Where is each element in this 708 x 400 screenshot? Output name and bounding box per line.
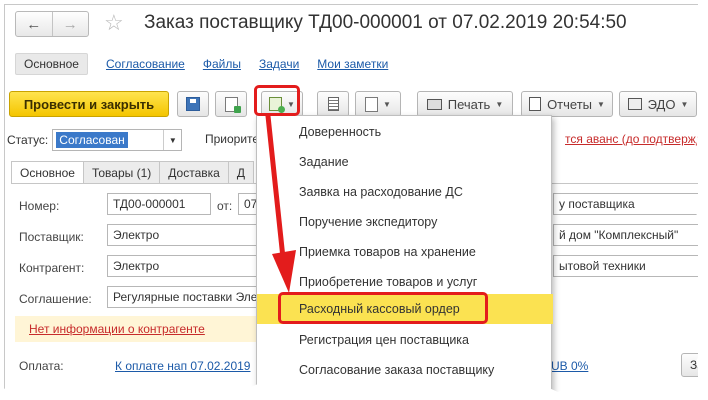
agreement-label: Соглашение: [19,292,92,306]
menu-item-priemka[interactable]: Приемка товаров на хранение [257,237,553,267]
reports-label: Отчеты [547,96,592,112]
menu-item-zadanie[interactable]: Задание [257,147,553,177]
related-docs-button[interactable]: ▼ [355,91,401,117]
supplier-label: Поставщик: [19,230,84,244]
menu-item-zayavka[interactable]: Заявка на расходование ДС [257,177,553,207]
warning-banner: Нет информации о контрагенте [15,316,275,342]
avans-link[interactable]: тся аванс (до подтвержд [565,132,698,146]
right-field-2[interactable]: й дом "Комплексный" [553,224,698,246]
status-value: Согласован [56,132,128,148]
edo-label: ЭДО [647,96,676,112]
menu-item-poruchenie[interactable]: Поручение экспедитору [257,207,553,237]
link-agreement[interactable]: Согласование [106,57,185,71]
tab-goods[interactable]: Товары (1) [82,161,161,184]
edo-icon [627,98,642,110]
priority-label: Приорите [205,132,260,146]
vat-link[interactable]: UB 0% [551,359,588,373]
menu-item-soglasovanie[interactable]: Согласование заказа поставщику [257,355,553,385]
save-disk-icon [186,97,200,111]
tab-more[interactable]: Д [227,161,254,184]
save-button[interactable] [177,91,209,117]
link-main[interactable]: Основное [15,53,88,75]
document-structure-icon [327,97,339,111]
post-document-icon [224,96,241,113]
highlight-menu-item [278,292,488,324]
status-label: Статус: [7,133,49,147]
agreement-field[interactable]: Регулярные поставки Эле [107,286,262,308]
edo-button[interactable]: ЭДО ▼ [619,91,697,117]
post-and-close-button[interactable]: Провести и закрыть [9,91,169,117]
back-button[interactable]: ← [16,12,52,36]
menu-item-doverennost[interactable]: Доверенность [257,117,553,147]
navigation-buttons: ← → [15,11,89,37]
screenshot-frame: ← → ☆ Заказ поставщику ТД00-000001 от 07… [0,0,708,400]
status-row: Статус: Согласован ▼ [7,129,183,151]
za-button[interactable]: За [681,353,698,377]
chevron-down-icon[interactable]: ▼ [163,130,181,150]
report-icon [529,97,542,111]
right-field-3[interactable]: ытовой техники [553,255,698,277]
number-field[interactable]: ТД00-000001 [107,193,211,215]
printer-icon [426,98,442,110]
print-label: Печать [447,96,491,112]
date-from-label: от: [217,199,233,213]
chevron-down-icon: ▼ [495,99,504,109]
payment-link[interactable]: К оплате нап 07.02.2019 [115,359,250,373]
status-select[interactable]: Согласован ▼ [52,129,183,151]
counterparty-warning-link[interactable]: Нет информации о контрагенте [29,322,205,336]
menu-item-registraciya[interactable]: Регистрация цен поставщика [257,325,553,355]
chevron-down-icon: ▼ [680,99,689,109]
link-notes[interactable]: Мои заметки [317,57,388,71]
print-button[interactable]: Печать ▼ [417,91,513,117]
supplier-field[interactable]: Электро [107,224,262,246]
favorite-star-icon[interactable]: ☆ [104,11,124,35]
payment-label: Оплата: [19,359,64,373]
link-files[interactable]: Файлы [203,57,241,71]
right-field-1[interactable]: у поставщика [553,193,698,215]
counterparty-field[interactable]: Электро [107,255,262,277]
structure-button[interactable] [317,91,349,117]
counterparty-label: Контрагент: [19,261,85,275]
link-tasks[interactable]: Задачи [259,57,299,71]
number-label: Номер: [19,199,60,213]
page-title: Заказ поставщику ТД00-000001 от 07.02.20… [144,12,627,33]
post-button[interactable] [215,91,247,117]
chevron-down-icon: ▼ [383,99,391,109]
chevron-down-icon: ▼ [597,99,605,109]
section-links: Основное Согласование Файлы Задачи Мои з… [15,53,388,75]
form-tabs: Основное Товары (1) Доставка Д [11,161,254,184]
tab-delivery[interactable]: Доставка [159,161,229,184]
tab-main[interactable]: Основное [11,161,84,184]
reports-button[interactable]: Отчеты ▼ [521,91,613,117]
forward-button[interactable]: → [51,12,89,36]
related-documents-icon [365,96,379,112]
highlight-create-based-on [254,85,300,116]
create-based-on-menu: Доверенность Задание Заявка на расходова… [256,115,553,395]
